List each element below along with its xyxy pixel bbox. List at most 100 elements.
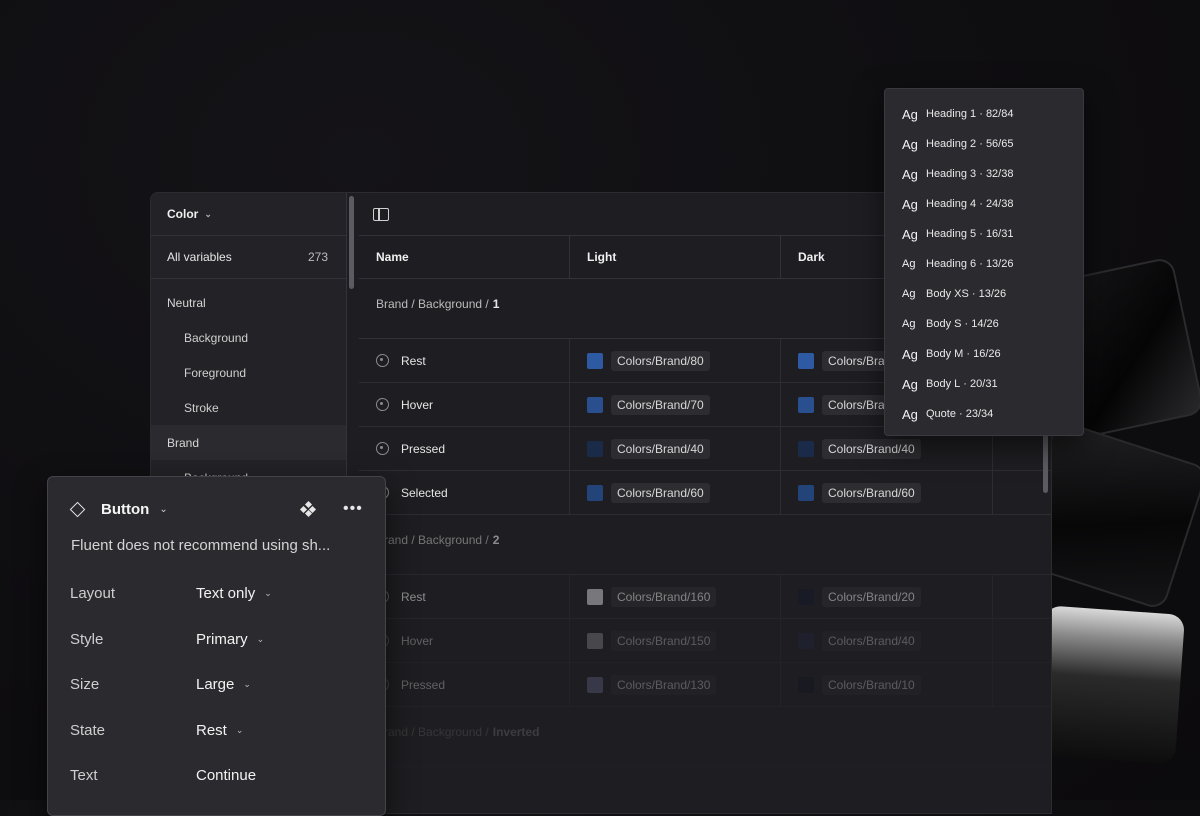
variable-name: Hover: [401, 633, 434, 648]
sidebar-item-neutral-background[interactable]: Background: [151, 320, 346, 355]
property-label: Style: [70, 630, 104, 648]
property-row-state[interactable]: State Rest ⌄: [48, 708, 385, 754]
sidebar-item-neutral-stroke[interactable]: Stroke: [151, 390, 346, 425]
sidebar-scrollbar[interactable]: [349, 196, 354, 289]
text-style-item[interactable]: Ag Heading 1 · 82/84: [885, 99, 1083, 129]
text-style-name: Heading 5: [926, 228, 977, 240]
text-style-spec: 23/34: [965, 408, 994, 420]
variable-alias[interactable]: Colors/Brand/70: [611, 394, 710, 415]
text-style-item[interactable]: Ag Body L · 20/31: [885, 369, 1083, 399]
chevron-down-icon: ⌄: [264, 588, 272, 599]
color-swatch[interactable]: [798, 588, 814, 605]
text-style-spec: 24/38: [985, 198, 1014, 210]
color-swatch[interactable]: [798, 676, 814, 693]
property-text-input[interactable]: Continue: [196, 767, 256, 784]
text-style-item[interactable]: Ag Body XS · 13/26: [885, 279, 1083, 309]
property-row-size[interactable]: Size Large ⌄: [48, 662, 385, 708]
variable-alias[interactable]: Colors/Brand/40: [822, 438, 921, 459]
faded-group: Hover Colors/Brand/150 Colors/Brand/40 P…: [359, 619, 1051, 707]
text-style-spec: 16/31: [985, 228, 1014, 240]
component-header: Button ⌄ •••: [48, 477, 385, 541]
variable-alias[interactable]: Colors/Brand/160: [611, 586, 717, 607]
chevron-down-icon[interactable]: ⌄: [159, 504, 167, 515]
color-swatch[interactable]: [587, 484, 603, 501]
column-header-light[interactable]: Light: [570, 236, 781, 278]
text-style-item[interactable]: Ag Quote · 23/34: [885, 399, 1083, 429]
variable-alias[interactable]: Colors/Brand/40: [611, 438, 710, 459]
text-style-item[interactable]: Ag Heading 2 · 56/65: [885, 129, 1083, 159]
property-label: Size: [70, 676, 100, 694]
text-style-item[interactable]: Ag Heading 5 · 16/31: [885, 219, 1083, 249]
table-scrollbar[interactable]: [1043, 431, 1048, 493]
property-dropdown[interactable]: Primary ⌄: [196, 631, 264, 648]
sidebar-toggle-icon[interactable]: [373, 207, 389, 221]
color-swatch[interactable]: [587, 352, 603, 369]
text-style-name: Quote: [926, 408, 956, 420]
group-header: Brand / Background /2: [359, 515, 1051, 575]
variable-alias[interactable]: Colors/Brand/60: [822, 482, 921, 503]
all-variables-label: All variables: [167, 250, 232, 264]
text-style-item[interactable]: Ag Heading 3 · 32/38: [885, 159, 1083, 189]
all-variables-item[interactable]: All variables 273: [151, 236, 346, 279]
text-style-item[interactable]: Ag Heading 4 · 24/38: [885, 189, 1083, 219]
text-style-name: Heading 2: [926, 138, 977, 150]
variable-alias[interactable]: Colors/Brand/150: [611, 630, 717, 651]
text-style-icon: Ag: [902, 376, 918, 392]
sidebar-item-neutral-foreground[interactable]: Foreground: [151, 355, 346, 390]
property-dropdown[interactable]: Rest ⌄: [196, 722, 243, 739]
group-path: Brand / Background /: [376, 297, 489, 311]
color-swatch[interactable]: [587, 588, 603, 605]
property-dropdown[interactable]: Text only ⌄: [196, 585, 272, 602]
component-name[interactable]: Button: [101, 501, 149, 518]
property-row-text[interactable]: Text Continue: [48, 753, 385, 799]
color-swatch[interactable]: [798, 632, 814, 649]
property-row-layout[interactable]: Layout Text only ⌄: [48, 571, 385, 617]
table-row[interactable]: Rest Colors/Brand/160 Colors/Brand/20: [359, 575, 1051, 619]
color-swatch[interactable]: [798, 352, 814, 369]
variable-alias[interactable]: Colors/Brand/20: [822, 586, 921, 607]
variable-alias[interactable]: Colors/Brand/80: [611, 350, 710, 371]
color-swatch[interactable]: [587, 632, 603, 649]
group-path-bold: 2: [492, 533, 500, 547]
go-to-main-component-icon[interactable]: [299, 500, 317, 518]
variable-alias[interactable]: Colors/Brand/60: [611, 482, 710, 503]
color-swatch[interactable]: [798, 396, 814, 413]
property-dropdown[interactable]: Large ⌄: [196, 676, 251, 693]
sidebar-group-neutral[interactable]: Neutral: [151, 285, 346, 320]
variable-name: Hover: [401, 397, 434, 412]
color-swatch[interactable]: [798, 440, 814, 457]
color-swatch[interactable]: [587, 440, 603, 457]
property-value: Text only: [196, 585, 256, 603]
variable-alias[interactable]: Colors/Brand/130: [611, 674, 717, 695]
variable-name: Rest: [401, 589, 426, 604]
table-row[interactable]: Selected Colors/Brand/60 Colors/Brand/60: [359, 471, 1051, 515]
color-swatch[interactable]: [587, 396, 603, 413]
property-row-style[interactable]: Style Primary ⌄: [48, 617, 385, 663]
more-options-icon[interactable]: •••: [343, 501, 363, 517]
text-style-icon: Ag: [902, 288, 916, 300]
text-style-item[interactable]: Ag Body S · 14/26: [885, 309, 1083, 339]
component-instance-icon: [69, 501, 86, 517]
text-style-spec: 56/65: [985, 138, 1014, 150]
text-style-spec: 82/84: [985, 108, 1014, 120]
variable-name: Pressed: [401, 677, 446, 692]
component-properties-panel: Button ⌄ ••• Fluent does not recommend u…: [47, 476, 386, 816]
text-style-item[interactable]: Ag Heading 6 · 13/26: [885, 249, 1083, 279]
group-path: Brand / Background /: [376, 533, 489, 547]
sidebar-group-brand[interactable]: Brand: [151, 425, 346, 460]
text-style-icon: Ag: [902, 346, 918, 362]
decorative-cube-bottom: [1034, 605, 1186, 765]
text-style-icon: Ag: [902, 406, 918, 422]
variable-alias[interactable]: Colors/Brand/10: [822, 674, 921, 695]
variable-alias[interactable]: Colors/Brand/40: [822, 630, 921, 651]
collection-selector[interactable]: Color ⌄: [151, 193, 346, 236]
table-row[interactable]: Hover Colors/Brand/150 Colors/Brand/40: [359, 619, 1051, 663]
column-header-name[interactable]: Name: [359, 236, 570, 278]
text-style-icon: Ag: [902, 136, 918, 152]
text-style-name: Heading 1: [926, 108, 977, 120]
text-style-icon: Ag: [902, 258, 916, 270]
text-style-item[interactable]: Ag Body M · 16/26: [885, 339, 1083, 369]
table-row[interactable]: Pressed Colors/Brand/130 Colors/Brand/10: [359, 663, 1051, 707]
color-swatch[interactable]: [798, 484, 814, 501]
color-swatch[interactable]: [587, 676, 603, 693]
